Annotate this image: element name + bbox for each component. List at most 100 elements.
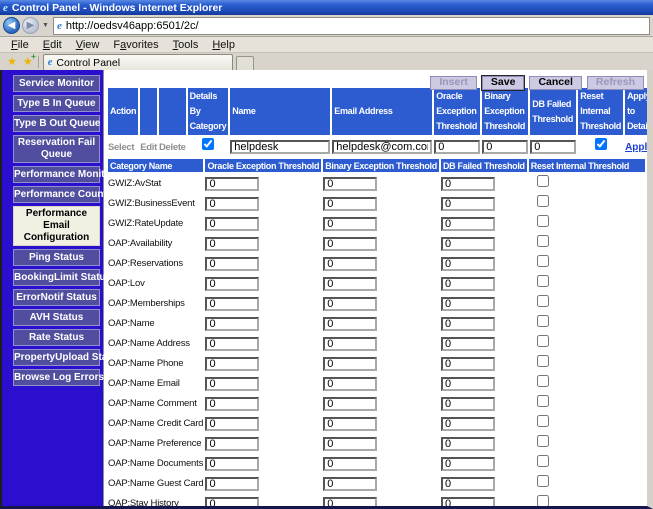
cancel-button[interactable]: Cancel (529, 76, 581, 90)
reset-internal-checkbox[interactable] (537, 435, 549, 447)
edit-link[interactable]: Edit (140, 142, 157, 153)
binary-threshold-input[interactable] (323, 257, 377, 271)
sidebar-item-service-monitor[interactable]: Service Monitor (13, 75, 100, 92)
binary-threshold-input[interactable] (323, 377, 377, 391)
sidebar-item-reservation-fail-queue[interactable]: Reservation Fail Queue (13, 135, 100, 163)
db-failed-threshold-input[interactable] (441, 357, 495, 371)
sidebar-item-performance-email-configuration[interactable]: Performance Email Configuration (13, 206, 100, 246)
reset-internal-checkbox[interactable] (537, 295, 549, 307)
reset-internal-checkbox[interactable] (537, 355, 549, 367)
binary-threshold-input[interactable] (323, 337, 377, 351)
delete-link[interactable]: Delete (159, 142, 186, 153)
binary-threshold-input[interactable] (323, 477, 377, 491)
sidebar-item-errornotif-status[interactable]: ErrorNotif Status (13, 289, 100, 306)
sidebar-item-type-b-out-queue[interactable]: Type B Out Queue (13, 115, 100, 132)
binary-threshold-input[interactable] (323, 237, 377, 251)
url-input[interactable] (66, 20, 646, 32)
oracle-threshold-input[interactable] (205, 297, 259, 311)
menu-edit[interactable]: Edit (36, 39, 69, 51)
sidebar-item-performance-counter[interactable]: Performance Counter (13, 186, 100, 203)
reset-internal-checkbox[interactable] (595, 138, 607, 150)
binary-threshold-input[interactable] (323, 297, 377, 311)
reset-internal-checkbox[interactable] (537, 395, 549, 407)
binary-threshold-input[interactable] (323, 217, 377, 231)
reset-internal-checkbox[interactable] (537, 455, 549, 467)
sidebar-item-rate-status[interactable]: Rate Status (13, 329, 100, 346)
binary-threshold-input[interactable] (323, 317, 377, 331)
name-input[interactable] (230, 140, 330, 154)
oracle-threshold-input[interactable] (205, 257, 259, 271)
binary-threshold-input[interactable] (323, 397, 377, 411)
db-failed-threshold-input[interactable] (441, 337, 495, 351)
menu-tools[interactable]: Tools (166, 39, 206, 51)
sidebar-item-bookinglimit-status[interactable]: BookingLimit Status (13, 269, 100, 286)
db-failed-threshold-input[interactable] (441, 397, 495, 411)
binary-threshold-input[interactable] (323, 457, 377, 471)
history-dropdown-icon[interactable]: ▼ (42, 22, 49, 29)
oracle-threshold-input[interactable] (205, 217, 259, 231)
apply-link[interactable]: Apply (625, 142, 647, 153)
db-failed-threshold-input[interactable] (441, 497, 495, 506)
db-failed-threshold-input[interactable] (441, 217, 495, 231)
sidebar-item-ping-status[interactable]: Ping Status (13, 249, 100, 266)
binary-threshold-input[interactable] (323, 437, 377, 451)
reset-internal-checkbox[interactable] (537, 235, 549, 247)
select-link[interactable]: Select (108, 142, 134, 153)
db-failed-threshold-input[interactable] (530, 140, 576, 154)
add-favorite-icon[interactable]: ★+ (23, 55, 33, 68)
details-by-category-checkbox[interactable] (202, 138, 214, 150)
sidebar-item-browse-log-errors[interactable]: Browse Log Errors (13, 369, 100, 386)
db-failed-threshold-input[interactable] (441, 237, 495, 251)
db-failed-threshold-input[interactable] (441, 277, 495, 291)
binary-threshold-input[interactable] (323, 357, 377, 371)
oracle-threshold-input[interactable] (205, 197, 259, 211)
oracle-threshold-input[interactable] (205, 377, 259, 391)
menu-file[interactable]: File (4, 39, 36, 51)
db-failed-threshold-input[interactable] (441, 177, 495, 191)
sidebar-item-type-b-in-queue[interactable]: Type B In Queue (13, 95, 100, 112)
back-button[interactable]: ◀ (3, 17, 20, 34)
reset-internal-checkbox[interactable] (537, 195, 549, 207)
oracle-threshold-input[interactable] (205, 277, 259, 291)
binary-threshold-input[interactable] (323, 417, 377, 431)
email-address-input[interactable] (332, 140, 432, 154)
forward-button[interactable]: ▶ (22, 17, 39, 34)
db-failed-threshold-input[interactable] (441, 197, 495, 211)
oracle-threshold-input[interactable] (205, 437, 259, 451)
oracle-threshold-input[interactable] (205, 497, 259, 506)
reset-internal-checkbox[interactable] (537, 175, 549, 187)
reset-internal-checkbox[interactable] (537, 275, 549, 287)
db-failed-threshold-input[interactable] (441, 317, 495, 331)
reset-internal-checkbox[interactable] (537, 495, 549, 506)
favorites-star-icon[interactable]: ★ (7, 55, 17, 68)
sidebar-item-avh-status[interactable]: AVH Status (13, 309, 100, 326)
oracle-threshold-input[interactable] (205, 237, 259, 251)
new-tab-button[interactable] (236, 56, 254, 70)
save-button[interactable]: Save (482, 76, 525, 90)
oracle-threshold-input[interactable] (205, 477, 259, 491)
sidebar-item-performance-monitor[interactable]: Performance Monitor (13, 166, 100, 183)
db-failed-threshold-input[interactable] (441, 417, 495, 431)
oracle-threshold-input[interactable] (205, 357, 259, 371)
oracle-threshold-input[interactable] (205, 457, 259, 471)
reset-internal-checkbox[interactable] (537, 215, 549, 227)
oracle-threshold-input[interactable] (205, 337, 259, 351)
tab-control-panel[interactable]: e Control Panel (43, 54, 233, 70)
menu-view[interactable]: View (69, 39, 107, 51)
db-failed-threshold-input[interactable] (441, 477, 495, 491)
binary-threshold-input[interactable] (323, 177, 377, 191)
reset-internal-checkbox[interactable] (537, 475, 549, 487)
db-failed-threshold-input[interactable] (441, 377, 495, 391)
binary-threshold-input[interactable] (323, 497, 377, 506)
reset-internal-checkbox[interactable] (537, 415, 549, 427)
oracle-threshold-input[interactable] (205, 177, 259, 191)
db-failed-threshold-input[interactable] (441, 257, 495, 271)
oracle-threshold-input[interactable] (434, 140, 480, 154)
oracle-threshold-input[interactable] (205, 317, 259, 331)
binary-threshold-input[interactable] (482, 140, 528, 154)
binary-threshold-input[interactable] (323, 197, 377, 211)
oracle-threshold-input[interactable] (205, 417, 259, 431)
db-failed-threshold-input[interactable] (441, 457, 495, 471)
menu-favorites[interactable]: Favorites (106, 39, 165, 51)
db-failed-threshold-input[interactable] (441, 297, 495, 311)
